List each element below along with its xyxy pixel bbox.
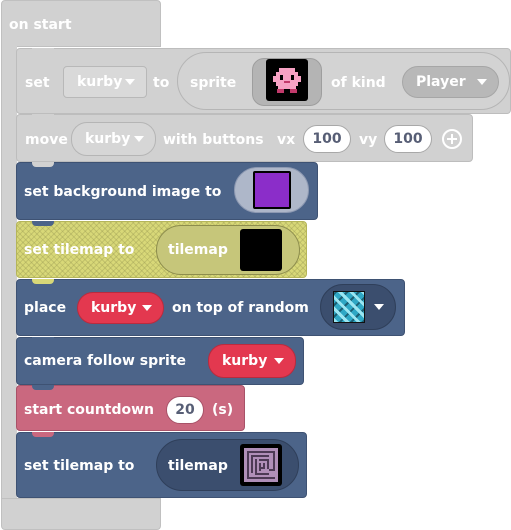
countdown-input[interactable]: 20 <box>166 396 204 424</box>
move-label: move <box>25 132 68 148</box>
chevron-down-icon <box>274 358 284 364</box>
start-countdown-label: start countdown <box>24 402 155 418</box>
background-image-swatch <box>253 171 291 209</box>
sprite-thumbnail <box>266 59 308 101</box>
set-label: set <box>25 75 50 91</box>
variable-dropdown-kurby[interactable]: kurby <box>77 292 164 324</box>
variable-dropdown-kurby[interactable]: kurby <box>208 344 296 378</box>
tile-pattern-icon <box>333 291 365 323</box>
chevron-down-icon <box>134 136 144 142</box>
vx-label: vx <box>277 132 296 148</box>
tilemap-label: tilemap <box>168 458 228 474</box>
workspace: on start set kurby to sprite of kind Pla… <box>0 0 511 530</box>
block-notch <box>32 337 54 342</box>
vy-label: vy <box>359 132 378 148</box>
to-label: to <box>153 75 170 91</box>
set-background-label: set background image to <box>24 184 222 200</box>
block-notch <box>32 221 54 226</box>
kind-dropdown[interactable]: Player <box>402 66 499 98</box>
camera-follow-label: camera follow sprite <box>24 353 187 369</box>
tilemap-preview[interactable] <box>240 229 282 271</box>
with-buttons-label: with buttons <box>163 132 264 148</box>
seconds-unit-label: (s) <box>212 402 234 418</box>
block-notch <box>32 48 54 53</box>
chevron-down-icon[interactable] <box>374 304 384 310</box>
of-kind-label: of kind <box>331 75 386 91</box>
kind-dropdown-label: Player <box>416 74 466 90</box>
set-tilemap-label: set tilemap to <box>24 242 135 258</box>
kurby-sprite-icon <box>273 68 301 93</box>
tilemap-label: tilemap <box>168 242 228 258</box>
on-start-label: on start <box>9 17 72 33</box>
variable-dropdown-kurby[interactable]: kurby <box>71 122 156 156</box>
variable-dropdown-label: kurby <box>222 353 268 369</box>
variable-dropdown-label: kurby <box>77 74 123 90</box>
tilemap-preview[interactable] <box>240 444 282 486</box>
block-notch <box>32 432 54 437</box>
block-notch <box>32 385 54 390</box>
chevron-down-icon <box>477 79 487 85</box>
chevron-down-icon <box>142 305 152 311</box>
variable-dropdown-label: kurby <box>91 300 137 316</box>
vx-input[interactable]: 100 <box>303 125 351 153</box>
on-top-label: on top of random <box>172 300 309 316</box>
sprite-label: sprite <box>190 75 237 91</box>
block-notch <box>32 162 54 167</box>
variable-dropdown-kurby[interactable]: kurby <box>63 66 147 98</box>
set-tilemap-label: set tilemap to <box>24 458 135 474</box>
vy-input[interactable]: 100 <box>384 125 432 153</box>
plus-circle-icon[interactable] <box>442 129 462 149</box>
on-start-left-arm <box>1 44 17 502</box>
maze-icon <box>244 448 278 482</box>
chevron-down-icon <box>125 79 135 85</box>
on-start-bottom <box>1 498 161 530</box>
block-notch <box>32 279 54 284</box>
variable-dropdown-label: kurby <box>85 131 131 147</box>
block-notch <box>32 114 54 119</box>
place-label: place <box>24 300 67 316</box>
